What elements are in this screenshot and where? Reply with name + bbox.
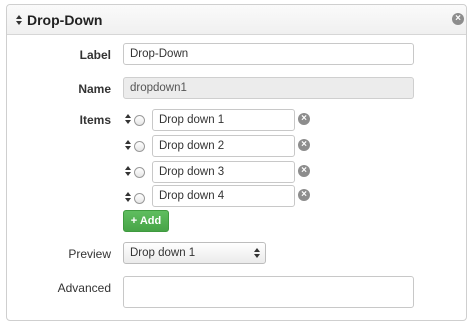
item-input[interactable]: Drop down 3 — [152, 161, 295, 183]
items-field-label: Items — [79, 113, 111, 127]
preview-field-label: Preview — [68, 247, 111, 261]
default-item-radio[interactable] — [134, 141, 145, 152]
sort-arrows-icon[interactable] — [124, 191, 132, 203]
preview-selected-value: Drop down 1 — [130, 247, 196, 259]
preview-select[interactable]: Drop down 1 — [123, 242, 266, 264]
panel-header: Drop-Down × — [7, 5, 466, 35]
remove-circle-icon[interactable]: × — [298, 189, 310, 201]
advanced-field-label: Advanced — [57, 281, 111, 295]
default-item-radio[interactable] — [134, 115, 145, 126]
item-input[interactable]: Drop down 4 — [152, 185, 295, 207]
default-item-radio[interactable] — [134, 193, 145, 204]
remove-circle-icon[interactable]: × — [298, 139, 310, 151]
remove-circle-icon[interactable]: × — [298, 113, 310, 125]
add-item-label: Add — [139, 215, 162, 227]
sort-arrows-icon[interactable] — [15, 14, 23, 26]
advanced-textarea[interactable] — [123, 276, 414, 308]
dropdown-properties-panel: Drop-Down × Label Drop-Down Name dropdow… — [6, 4, 467, 321]
select-arrows-icon — [253, 247, 261, 259]
sort-arrows-icon[interactable] — [124, 113, 132, 125]
sort-arrows-icon[interactable] — [124, 139, 132, 151]
name-field-label: Name — [78, 82, 111, 96]
plus-icon: + — [130, 215, 138, 227]
sort-arrows-icon[interactable] — [124, 165, 132, 177]
label-field-label: Label — [79, 48, 111, 62]
default-item-radio[interactable] — [134, 167, 145, 178]
add-item-button[interactable]: + Add — [123, 210, 169, 232]
panel-title: Drop-Down — [27, 12, 103, 28]
close-circle-icon[interactable]: × — [452, 13, 464, 25]
name-input: dropdown1 — [123, 77, 414, 99]
label-input[interactable]: Drop-Down — [123, 43, 414, 65]
remove-circle-icon[interactable]: × — [298, 165, 310, 177]
item-input[interactable]: Drop down 2 — [152, 135, 295, 157]
item-input[interactable]: Drop down 1 — [152, 109, 295, 131]
